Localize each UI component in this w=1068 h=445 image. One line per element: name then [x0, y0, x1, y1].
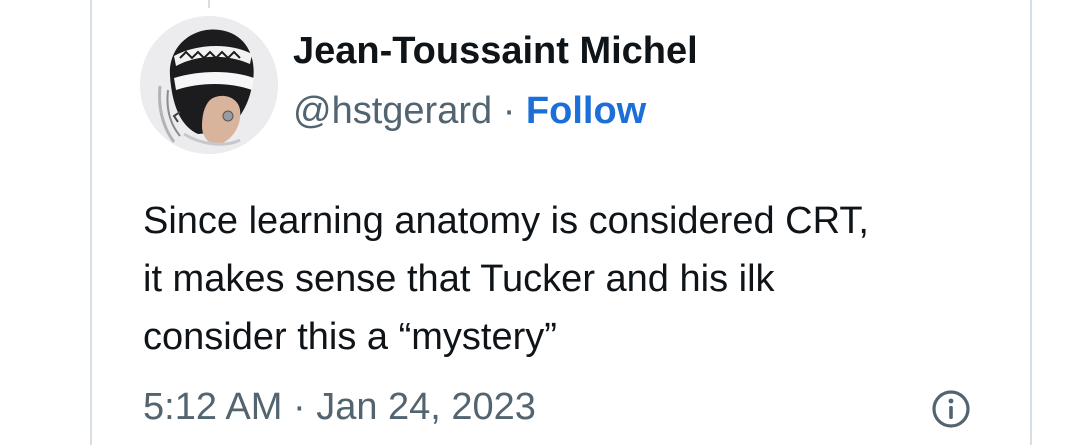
info-circle-icon[interactable] [930, 388, 972, 430]
avatar[interactable] [140, 16, 278, 154]
right-border [1030, 0, 1032, 445]
tweet-body: Since learning anatomy is considered CRT… [143, 192, 1003, 366]
handle-separator: · [502, 90, 526, 132]
tweet-card: Jean-Toussaint Michel @hstgerard · Follo… [0, 0, 1068, 445]
author-name[interactable]: Jean-Toussaint Michel [293, 30, 698, 73]
tweet-text-line: consider this a “mystery” [143, 316, 557, 358]
tweet-timestamp[interactable]: 5:12 AM · Jan 24, 2023 [143, 386, 536, 429]
tweet-text-line: it makes sense that Tucker and his ilk [143, 258, 775, 300]
left-border [90, 0, 92, 445]
author-handle-row: @hstgerard · Follow [293, 90, 646, 133]
thread-connector [208, 0, 210, 8]
tweet-text-line: Since learning anatomy is considered CRT… [143, 200, 869, 242]
avatar-image [140, 16, 278, 154]
follow-button[interactable]: Follow [526, 90, 646, 132]
author-handle[interactable]: @hstgerard [293, 90, 492, 132]
